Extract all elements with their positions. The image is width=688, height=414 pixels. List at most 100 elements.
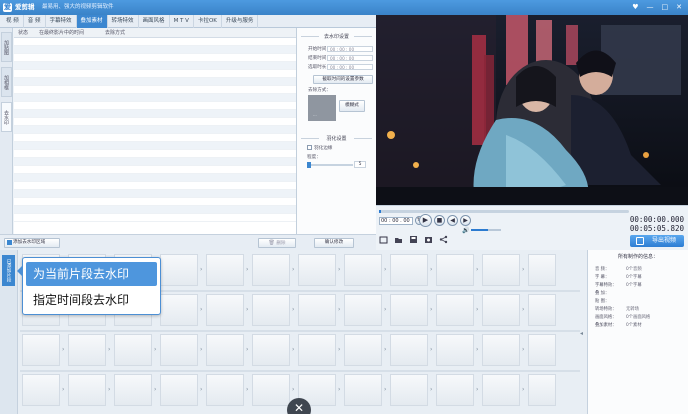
clip-slot[interactable] xyxy=(22,334,60,366)
clip-slot[interactable] xyxy=(482,334,520,366)
clip-slot[interactable] xyxy=(160,254,198,286)
list-row[interactable] xyxy=(14,182,296,190)
clip-slot[interactable] xyxy=(344,374,382,406)
clip-slot[interactable] xyxy=(528,374,556,406)
tab-upgrade[interactable]: 升级与服务 xyxy=(222,15,259,28)
clip-slot[interactable] xyxy=(344,254,382,286)
clip-slot[interactable] xyxy=(206,294,244,326)
list-row[interactable] xyxy=(14,110,296,118)
volume-icon[interactable]: 🔊 xyxy=(462,227,469,234)
clip-slot[interactable] xyxy=(22,374,60,406)
stop-button[interactable]: ■ xyxy=(434,215,445,226)
add-watermark-area-button[interactable]: 添加去水印区域 xyxy=(4,238,60,248)
delete-button[interactable]: 🗑 删除 xyxy=(258,238,296,248)
tab-video[interactable]: 视 频 xyxy=(2,15,24,28)
clip-slot[interactable] xyxy=(344,294,382,326)
list-row[interactable] xyxy=(14,206,296,214)
pick-time-button[interactable]: 截取时间的设置参数 xyxy=(313,75,373,84)
list-row[interactable] xyxy=(14,198,296,206)
volume-slider[interactable] xyxy=(471,229,501,231)
list-row[interactable] xyxy=(14,78,296,86)
maximize-button[interactable]: □ xyxy=(662,2,669,13)
list-row[interactable] xyxy=(14,158,296,166)
duration-input[interactable]: 00 : 00 : 00 xyxy=(327,64,373,70)
list-row[interactable] xyxy=(14,190,296,198)
list-row[interactable] xyxy=(14,166,296,174)
list-row[interactable] xyxy=(14,102,296,110)
clip-slot[interactable] xyxy=(390,254,428,286)
clip-slot[interactable] xyxy=(206,374,244,406)
clip-slot[interactable] xyxy=(344,334,382,366)
tab-overlay-material[interactable]: 叠加素材 xyxy=(76,15,108,28)
tab-picture-style[interactable]: 画面风格 xyxy=(139,15,170,28)
clip-slot[interactable] xyxy=(298,294,336,326)
time-input[interactable]: 00 : 00 . 00 xyxy=(379,217,413,225)
list-row[interactable] xyxy=(14,62,296,70)
feather-checkbox-row[interactable]: 羽化边缘 xyxy=(307,145,373,152)
list-row[interactable] xyxy=(14,94,296,102)
end-time-input[interactable]: 00 : 00 : 00 xyxy=(327,55,373,61)
clip-slot[interactable] xyxy=(436,374,474,406)
crop-icon[interactable] xyxy=(379,235,388,244)
start-time-input[interactable]: 00 : 00 : 00 xyxy=(327,46,373,52)
side-tab-frame[interactable]: 加相框 xyxy=(1,67,12,97)
list-row[interactable] xyxy=(14,118,296,126)
next-frame-button[interactable]: ▶ xyxy=(460,215,471,226)
list-row[interactable] xyxy=(14,46,296,54)
clip-slot[interactable] xyxy=(482,294,520,326)
slider-thumb[interactable] xyxy=(307,162,311,168)
clip-slot[interactable] xyxy=(390,294,428,326)
list-row[interactable] xyxy=(14,126,296,134)
blur-method-button[interactable]: 模糊式 xyxy=(339,100,365,112)
clip-slot[interactable] xyxy=(252,294,290,326)
tab-audio[interactable]: 音 频 xyxy=(24,15,46,28)
menu-item-current-clip[interactable]: 为当前片段去水印 xyxy=(26,262,157,286)
clip-slot[interactable] xyxy=(436,254,474,286)
clip-slot[interactable] xyxy=(206,254,244,286)
tab-mtv[interactable]: M T V xyxy=(170,15,194,28)
list-row[interactable] xyxy=(14,38,296,46)
clip-slot[interactable] xyxy=(436,334,474,366)
clip-slot[interactable] xyxy=(114,334,152,366)
minimize-button[interactable]: — xyxy=(647,2,654,13)
previous-frame-button[interactable]: ◀ xyxy=(447,215,458,226)
clip-slot[interactable] xyxy=(298,334,336,366)
checkbox-icon[interactable] xyxy=(307,145,312,150)
clip-slot[interactable] xyxy=(436,294,474,326)
list-row[interactable] xyxy=(14,54,296,62)
clip-slot[interactable] xyxy=(528,254,556,286)
degree-slider[interactable] xyxy=(307,162,353,168)
tab-karaoke[interactable]: 卡拉OK xyxy=(194,15,222,28)
clip-slot[interactable] xyxy=(160,334,198,366)
list-row[interactable] xyxy=(14,150,296,158)
list-row[interactable] xyxy=(14,86,296,94)
tab-subtitle-effects[interactable]: 字幕特效 xyxy=(46,15,77,28)
play-button[interactable]: ▶ xyxy=(419,214,432,227)
export-video-button[interactable]: 导出视频 xyxy=(630,235,684,247)
clip-slot[interactable] xyxy=(482,374,520,406)
side-tab-sticker[interactable]: 加贴图 xyxy=(1,32,12,62)
confirm-modify-button[interactable]: 确认修改 xyxy=(314,238,354,248)
clip-slot[interactable] xyxy=(298,254,336,286)
side-tab-watermark[interactable]: 去水印 xyxy=(1,102,12,132)
clip-slot[interactable] xyxy=(68,374,106,406)
clip-slot[interactable] xyxy=(252,254,290,286)
clip-slot[interactable] xyxy=(528,294,556,326)
menu-item-time-range[interactable]: 指定时间段去水印 xyxy=(26,288,157,312)
screenshot-icon[interactable] xyxy=(424,235,433,244)
tab-transitions[interactable]: 转场特效 xyxy=(108,15,139,28)
progress-bar[interactable] xyxy=(379,210,629,213)
favorite-icon[interactable]: ♥ xyxy=(632,2,638,13)
clip-slot[interactable] xyxy=(206,334,244,366)
close-button[interactable]: ✕ xyxy=(676,2,682,13)
list-row[interactable] xyxy=(14,214,296,222)
share-icon[interactable] xyxy=(439,235,448,244)
folder-icon[interactable] xyxy=(394,235,403,244)
clip-slot[interactable] xyxy=(390,374,428,406)
degree-value[interactable]: 5 xyxy=(354,161,366,168)
clip-slot[interactable] xyxy=(390,334,428,366)
video-preview[interactable] xyxy=(376,15,688,205)
clip-slot[interactable] xyxy=(160,294,198,326)
list-row[interactable] xyxy=(14,134,296,142)
clip-slot[interactable] xyxy=(160,374,198,406)
